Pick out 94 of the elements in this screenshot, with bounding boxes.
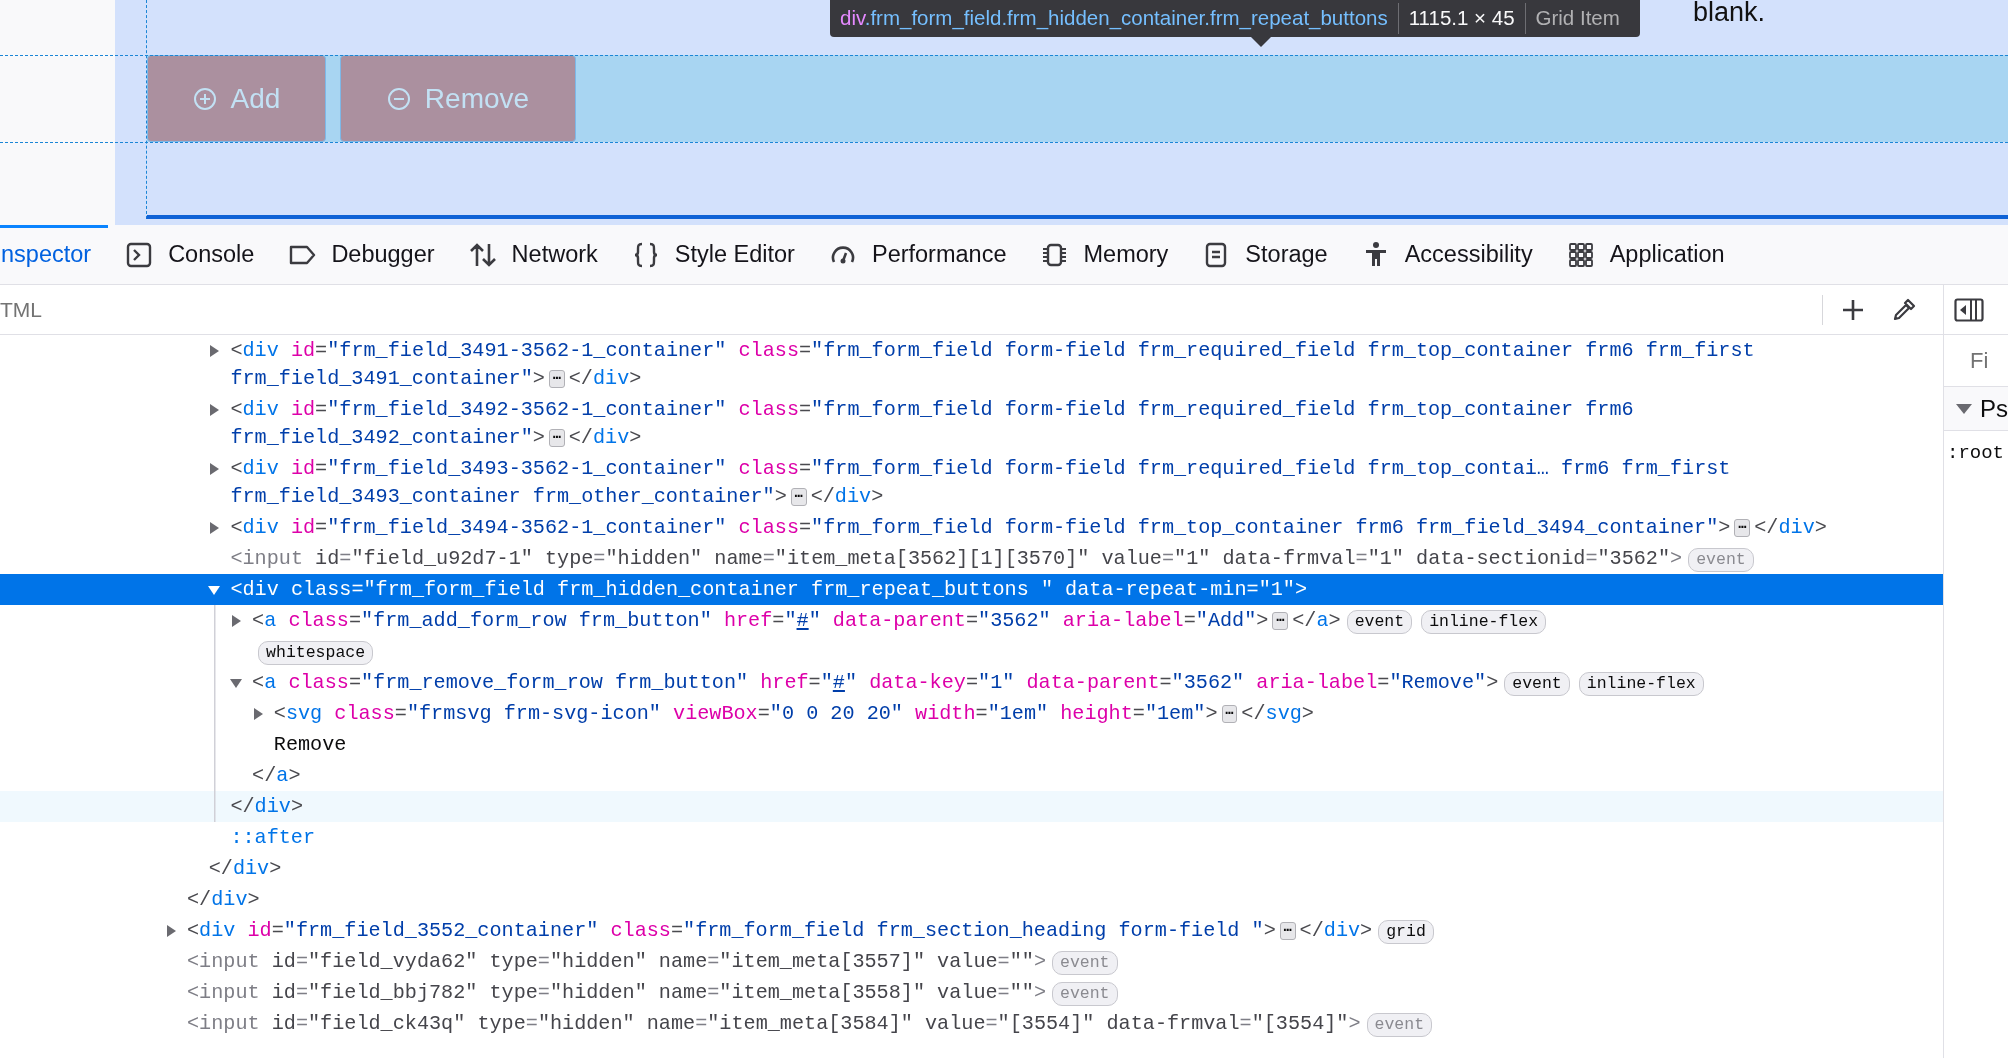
sidebar-icon <box>1954 297 1984 322</box>
circle-minus-icon <box>386 86 411 111</box>
ellipsis-badge[interactable]: ⋯ <box>1279 921 1296 940</box>
markup-text: </div> <box>1299 918 1373 942</box>
markup-row[interactable]: <div class="frm_form_field frm_hidden_container frm_repeat_buttons " data-repeat-min="1"> <box>0 574 1943 605</box>
caret-icon[interactable] <box>230 676 243 689</box>
markup-text: <a class="frm_add_form_row frm_button" href="#" data-parent="3562" aria-label="Add"> <box>252 608 1269 632</box>
caret-icon[interactable] <box>251 707 264 720</box>
markup-text: <div id="frm_field_3491-3562-1_container" class="frm_form_field form-field frm_required_field frm_top_container frm6 frm_first <box>230 338 1755 362</box>
eyedropper-icon <box>1891 296 1917 323</box>
ellipsis-badge[interactable]: ⋯ <box>548 369 565 388</box>
markup-text: </div> <box>208 856 282 880</box>
ellipsis-badge[interactable]: ⋯ <box>548 428 565 447</box>
caret-icon[interactable] <box>208 462 221 475</box>
caret-icon[interactable] <box>208 344 221 357</box>
search-field[interactable]: TML <box>0 293 1822 326</box>
eyedropper-button[interactable] <box>1891 296 1917 323</box>
markup-row[interactable]: </div> <box>0 791 1943 822</box>
ellipsis-badge[interactable]: ⋯ <box>1734 518 1751 537</box>
grid-icon <box>1566 240 1595 269</box>
markup-text: </svg> <box>1241 701 1314 725</box>
ellipsis-badge[interactable]: ⋯ <box>1221 704 1238 723</box>
caret-icon[interactable] <box>230 614 243 627</box>
devtools-tab[interactable]: Debugger <box>271 225 452 284</box>
markup-text: </div> <box>568 366 642 390</box>
devtools-tab[interactable]: Performance <box>811 225 1024 284</box>
caret-icon[interactable] <box>165 924 177 937</box>
markup-row[interactable]: <input id="field_u92d7-1" type="hidden" name="item_meta[3562][1][3570]" value="1" data-frmval="1" data-sectionid="3562"> event <box>0 543 1943 574</box>
devtools-tab[interactable]: Application <box>1549 225 1742 284</box>
marker-badge[interactable]: inline-flex <box>1578 671 1704 696</box>
devtools-tab[interactable]: Style Editor <box>614 225 812 284</box>
plus-icon <box>1841 297 1865 322</box>
markup-text: </div> <box>810 484 884 508</box>
markup-text: <a class="frm_remove_form_row frm_button" href="#" data-key="1" data-parent="3562" aria-label="Remove"> <box>252 670 1499 694</box>
markup-text: ::after <box>230 825 316 849</box>
devtools-tab[interactable]: Network <box>451 225 615 284</box>
ellipsis-badge[interactable]: ⋯ <box>790 487 807 506</box>
layout-label: Grid Item <box>1524 3 1630 34</box>
add-button[interactable] <box>1841 297 1865 322</box>
devtools-tab[interactable]: Console <box>108 225 272 284</box>
markup-row[interactable]: <div id="frm_field_3552_container" class="frm_form_field frm_section_heading form-field "> ⋯ </div> grid <box>0 915 1943 946</box>
markup-row[interactable]: <div id="frm_field_3491-3562-1_container" class="frm_form_field form-field frm_required_field frm_top_container frm6 frm_first frm_field_3491_container"> ⋯ </div> <box>0 335 1943 394</box>
markup-text: </a> <box>252 763 301 787</box>
element-size: 1115.1 × 45 <box>1397 3 1525 34</box>
circle-plus-icon <box>192 86 217 111</box>
page-text: blank. <box>1693 0 1766 28</box>
markup-text: frm_field_3492_container"> <box>230 425 545 449</box>
markup-text: <div class="frm_form_field frm_hidden_container frm_repeat_buttons " data-repeat-min="1"> <box>230 577 1308 601</box>
markup-text: frm_field_3491_container"> <box>230 366 545 390</box>
markup-text: <div id="frm_field_3492-3562-1_container" class="frm_form_field form-field frm_required_field frm_top_container frm6 <box>230 397 1634 421</box>
devtools-tab[interactable]: Memory <box>1023 225 1186 284</box>
markup-text: <div id="frm_field_3494-3562-1_container" class="frm_form_field form-field frm_top_container frm6 frm_field_3494_container"> <box>230 515 1731 539</box>
marker-badge[interactable]: event <box>1504 671 1570 696</box>
element-selector: div.frm_form_field.frm_hidden_container.frm_repeat_buttons <box>840 5 1389 32</box>
caret-icon[interactable] <box>208 583 221 596</box>
markup-text: <input id="field_bbj782" type="hidden" name="item_meta[3558]" value=""> <box>187 980 1046 1004</box>
marker-badge[interactable]: grid <box>1378 919 1434 944</box>
section-label: Ps <box>1980 393 2008 424</box>
ellipsis-badge[interactable]: ⋯ <box>1272 611 1289 630</box>
markup-text: frm_field_3493_container frm_other_container"> <box>230 484 787 508</box>
markup-text: </div> <box>230 794 303 818</box>
markup-row[interactable]: <div id="frm_field_3493-3562-1_container" class="frm_form_field form-field frm_required_field frm_top_contai… frm6 frm_first frm_field_3493_container frm_other_container"> ⋯ </div> <box>0 453 1943 512</box>
section-header[interactable]: Ps <box>1944 387 2008 431</box>
markup-text: <input id="field_u92d7-1" type="hidden" name="item_meta[3562][1][3570]" value="1" data-frmval="1" data-sectionid="3562"> <box>230 546 1683 570</box>
markup-text: </a> <box>1292 608 1341 632</box>
markup-row[interactable]: ::after <box>0 822 1943 853</box>
markup-row[interactable]: <div id="frm_field_3492-3562-1_container" class="frm_form_field form-field frm_required_field frm_top_container frm6 frm_field_3492_container"> ⋯ </div> <box>0 394 1943 453</box>
marker-badge[interactable]: event <box>1346 609 1413 634</box>
markup-text: <div id="frm_field_3493-3562-1_container" class="frm_form_field form-field frm_required_field frm_top_contai… frm6 frm_first <box>230 456 1731 480</box>
panel-toggle-button[interactable] <box>1954 297 1984 322</box>
devtools-tab[interactable]: Storage <box>1185 225 1345 284</box>
markup-text: <input id="field_vyda62" type="hidden" name="item_meta[3557]" value=""> <box>187 949 1046 973</box>
markup-text: <div id="frm_field_3552_container" class="frm_form_field frm_section_heading form-field "> <box>187 918 1276 942</box>
devtools-tab[interactable]: Accessibility <box>1344 225 1550 284</box>
markup-row[interactable]: </div> <box>0 853 1943 884</box>
filter-field[interactable]: Fi <box>1970 344 2008 377</box>
markup-text: Remove <box>273 732 347 756</box>
markup-text: </div> <box>568 425 642 449</box>
markup-row[interactable]: </div> <box>0 884 1943 915</box>
devtools-tab[interactable]: nspector <box>0 225 109 284</box>
markup-text: <input id="field_ck43q" type="hidden" name="item_meta[3584]" value="[3554]" data-frmval="[3554]"> <box>187 1011 1361 1035</box>
markup-row[interactable]: <div id="frm_field_3494-3562-1_container" class="frm_form_field form-field frm_top_container frm6 frm_field_3494_container"> ⋯ </div> <box>0 512 1943 543</box>
markup-row[interactable]: <input id="field_vyda62" type="hidden" name="item_meta[3557]" value=""> event <box>0 946 1943 977</box>
markup-row[interactable]: <input id="field_bbj782" type="hidden" name="item_meta[3558]" value=""> event <box>0 977 1943 1008</box>
markup-text: <svg class="frmsvg frm-svg-icon" viewBox="0 0 20 20" width="1em" height="1em"> <box>273 701 1218 725</box>
caret-icon[interactable] <box>208 403 221 416</box>
markup-text: </div> <box>1754 515 1827 539</box>
terminal-icon <box>125 240 154 269</box>
markup-row[interactable]: <input id="field_ck43q" type="hidden" name="item_meta[3584]" value="[3554]" data-frmval="[3554]"> event <box>0 1008 1943 1039</box>
marker-badge[interactable]: inline-flex <box>1421 609 1547 634</box>
css-selector: :root <box>1946 441 2004 466</box>
marker-badge[interactable]: whitespace <box>258 640 374 665</box>
markup-text: </div> <box>187 887 260 911</box>
caret-icon[interactable] <box>208 521 221 534</box>
